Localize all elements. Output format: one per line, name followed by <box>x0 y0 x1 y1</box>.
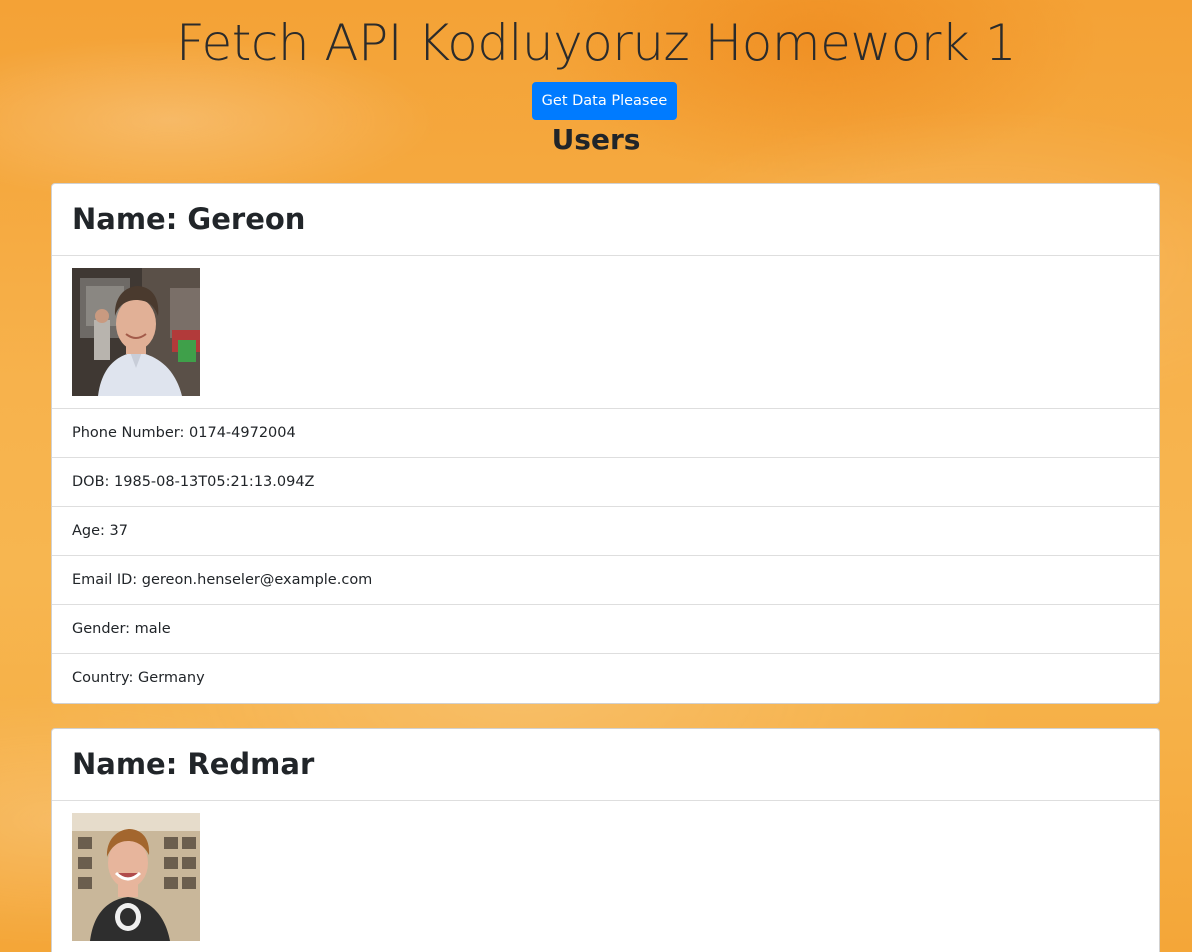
user-card: Name: Redmar <box>51 728 1160 952</box>
page-title: Fetch API Kodluyoruz Homework 1 <box>175 14 1017 72</box>
user-photo-row <box>52 801 1159 952</box>
user-country: Country: Germany <box>72 670 205 686</box>
get-data-button[interactable]: Get Data Pleasee <box>532 82 677 120</box>
users-heading: Users <box>551 123 641 156</box>
user-name: Name: Redmar <box>52 729 1159 801</box>
user-phone: Phone Number: 0174-4972004 <box>52 409 1159 458</box>
user-card: Name: Gereon Phone Number: 0174-4972004 … <box>51 183 1160 704</box>
user-photo <box>72 813 200 941</box>
user-email: Email ID: gereon.henseler@example.com <box>52 556 1159 605</box>
user-name: Name: Gereon <box>52 184 1159 256</box>
user-gender: Gender: male <box>52 605 1159 654</box>
user-dob: DOB: 1985-08-13T05:21:13.094Z <box>52 458 1159 507</box>
user-age: Age: 37 <box>52 507 1159 556</box>
user-photo <box>72 268 200 396</box>
user-photo-row <box>52 256 1159 409</box>
